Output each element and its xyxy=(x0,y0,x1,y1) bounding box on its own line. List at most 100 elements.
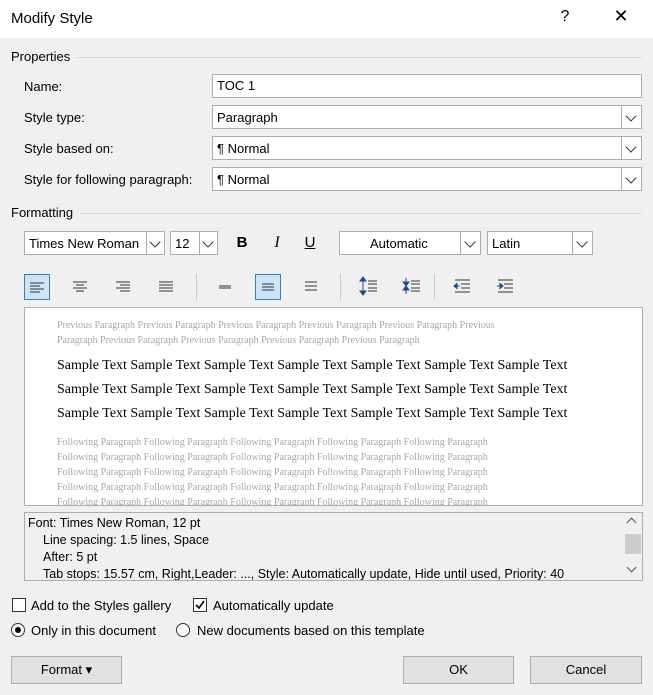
single-spacing-button[interactable] xyxy=(212,274,238,300)
description-line: After: 5 pt xyxy=(43,550,98,564)
auto-update-label[interactable]: Automatically update xyxy=(213,598,334,613)
scroll-up-icon[interactable] xyxy=(626,517,637,528)
font-name-dropdown[interactable]: Times New Roman xyxy=(24,231,165,255)
font-color-arrow[interactable] xyxy=(460,232,480,254)
align-left-icon xyxy=(30,282,44,293)
one-half-spacing-icon xyxy=(262,283,274,291)
increase-indent-icon xyxy=(497,279,513,293)
font-size-dropdown[interactable]: 12 xyxy=(170,231,218,255)
style-type-dropdown[interactable]: Paragraph xyxy=(212,105,642,129)
single-spacing-icon xyxy=(219,285,231,289)
name-field[interactable]: TOC 1 xyxy=(212,74,642,98)
font-name-arrow[interactable] xyxy=(146,232,164,254)
auto-update-checkbox[interactable] xyxy=(193,598,207,612)
following-arrow[interactable] xyxy=(621,168,641,190)
based-on-label: Style based on: xyxy=(24,141,114,156)
scrollbar-thumb[interactable] xyxy=(625,534,641,554)
checkmark-icon xyxy=(195,600,205,610)
based-on-arrow[interactable] xyxy=(621,137,641,159)
chevron-down-icon xyxy=(625,172,637,184)
chevron-down-icon xyxy=(202,236,214,248)
decrease-paragraph-spacing-button[interactable] xyxy=(399,274,425,300)
underline-button[interactable]: U xyxy=(297,230,323,256)
only-this-document-radio[interactable] xyxy=(11,623,25,637)
increase-indent-button[interactable] xyxy=(492,274,518,300)
style-type-value: Paragraph xyxy=(217,110,278,125)
justify-button[interactable] xyxy=(153,274,179,300)
align-left-button[interactable] xyxy=(24,274,50,300)
paragraph-spacing-decrease-icon xyxy=(402,278,420,294)
new-documents-label[interactable]: New documents based on this template xyxy=(197,623,425,638)
sample-text-line: Sample Text Sample Text Sample Text Samp… xyxy=(57,382,568,397)
style-description-box: Font: Times New Roman, 12 pt Line spacin… xyxy=(24,512,643,581)
decrease-indent-icon xyxy=(453,279,470,293)
increase-paragraph-spacing-button[interactable] xyxy=(356,274,382,300)
description-scrollbar[interactable] xyxy=(624,513,642,580)
chevron-down-icon xyxy=(576,236,588,248)
following-paragraph-line: Following Paragraph Following Paragraph … xyxy=(57,437,488,448)
following-label: Style for following paragraph: xyxy=(24,172,193,187)
following-paragraph-line: Following Paragraph Following Paragraph … xyxy=(57,467,488,478)
formatting-separator xyxy=(80,213,642,214)
help-button[interactable]: ? xyxy=(553,8,577,30)
name-label: Name: xyxy=(24,79,63,94)
close-button[interactable]: ✕ xyxy=(606,6,636,32)
toolbar-separator xyxy=(196,274,197,300)
align-center-button[interactable] xyxy=(67,274,93,300)
double-spacing-button[interactable] xyxy=(298,274,324,300)
toolbar-separator xyxy=(434,274,435,300)
chevron-down-icon xyxy=(149,236,161,248)
based-on-value: ¶ Normal xyxy=(217,141,270,156)
decrease-indent-button[interactable] xyxy=(449,274,475,300)
description-line: Tab stops: 15.57 cm, Right,Leader: ..., … xyxy=(43,567,565,581)
properties-section-label: Properties xyxy=(11,49,71,64)
chevron-down-icon xyxy=(625,141,637,153)
bold-button[interactable]: B xyxy=(229,230,255,256)
following-dropdown[interactable]: ¶ Normal xyxy=(212,167,642,191)
following-paragraph-line: Following Paragraph Following Paragraph … xyxy=(57,482,488,493)
description-line: Line spacing: 1.5 lines, Space xyxy=(43,533,210,547)
window-title: Modify Style xyxy=(11,10,93,27)
sample-text-line: Sample Text Sample Text Sample Text Samp… xyxy=(57,358,568,373)
script-value: Latin xyxy=(492,236,521,251)
style-type-arrow[interactable] xyxy=(621,106,641,128)
properties-separator xyxy=(76,57,642,58)
chevron-down-icon xyxy=(625,110,637,122)
previous-paragraph-line: Previous Paragraph Previous Paragraph Pr… xyxy=(57,320,495,331)
formatting-section-label: Formatting xyxy=(11,205,74,220)
chevron-down-icon xyxy=(464,236,476,248)
following-paragraph-line: Following Paragraph Following Paragraph … xyxy=(57,452,488,463)
font-color-dropdown[interactable]: Automatic xyxy=(339,231,481,255)
align-right-icon xyxy=(116,281,130,292)
sample-text-line: Sample Text Sample Text Sample Text Samp… xyxy=(57,406,568,421)
based-on-dropdown[interactable]: ¶ Normal xyxy=(212,136,642,160)
add-to-gallery-checkbox[interactable] xyxy=(12,598,26,612)
italic-button[interactable]: I xyxy=(264,230,290,256)
style-type-label: Style type: xyxy=(24,110,85,125)
paragraph-spacing-increase-icon xyxy=(359,276,377,296)
font-name-value: Times New Roman xyxy=(29,236,140,251)
ok-button[interactable]: OK xyxy=(403,656,514,684)
cancel-button[interactable]: Cancel xyxy=(530,656,642,684)
format-button[interactable]: Format ▾ xyxy=(11,656,122,684)
align-right-button[interactable] xyxy=(110,274,136,300)
align-center-icon xyxy=(73,281,87,292)
script-dropdown[interactable]: Latin xyxy=(487,231,593,255)
scroll-down-icon[interactable] xyxy=(626,562,637,573)
new-documents-radio[interactable] xyxy=(176,623,190,637)
font-size-arrow[interactable] xyxy=(199,232,217,254)
double-spacing-icon xyxy=(305,281,317,291)
toolbar-separator xyxy=(340,274,341,300)
add-to-gallery-label[interactable]: Add to the Styles gallery xyxy=(31,598,171,613)
script-arrow[interactable] xyxy=(572,232,592,254)
only-this-document-label[interactable]: Only in this document xyxy=(31,623,156,638)
one-half-spacing-button[interactable] xyxy=(255,274,281,300)
style-preview-pane: Previous Paragraph Previous Paragraph Pr… xyxy=(24,307,643,506)
previous-paragraph-line: Paragraph Previous Paragraph Previous Pa… xyxy=(57,335,420,346)
font-color-value: Automatic xyxy=(370,236,428,251)
font-size-value: 12 xyxy=(175,236,190,251)
following-value: ¶ Normal xyxy=(217,172,270,187)
following-paragraph-line: Following Paragraph Following Paragraph … xyxy=(57,497,488,506)
description-line: Font: Times New Roman, 12 pt xyxy=(28,516,201,530)
justify-icon xyxy=(159,281,173,292)
